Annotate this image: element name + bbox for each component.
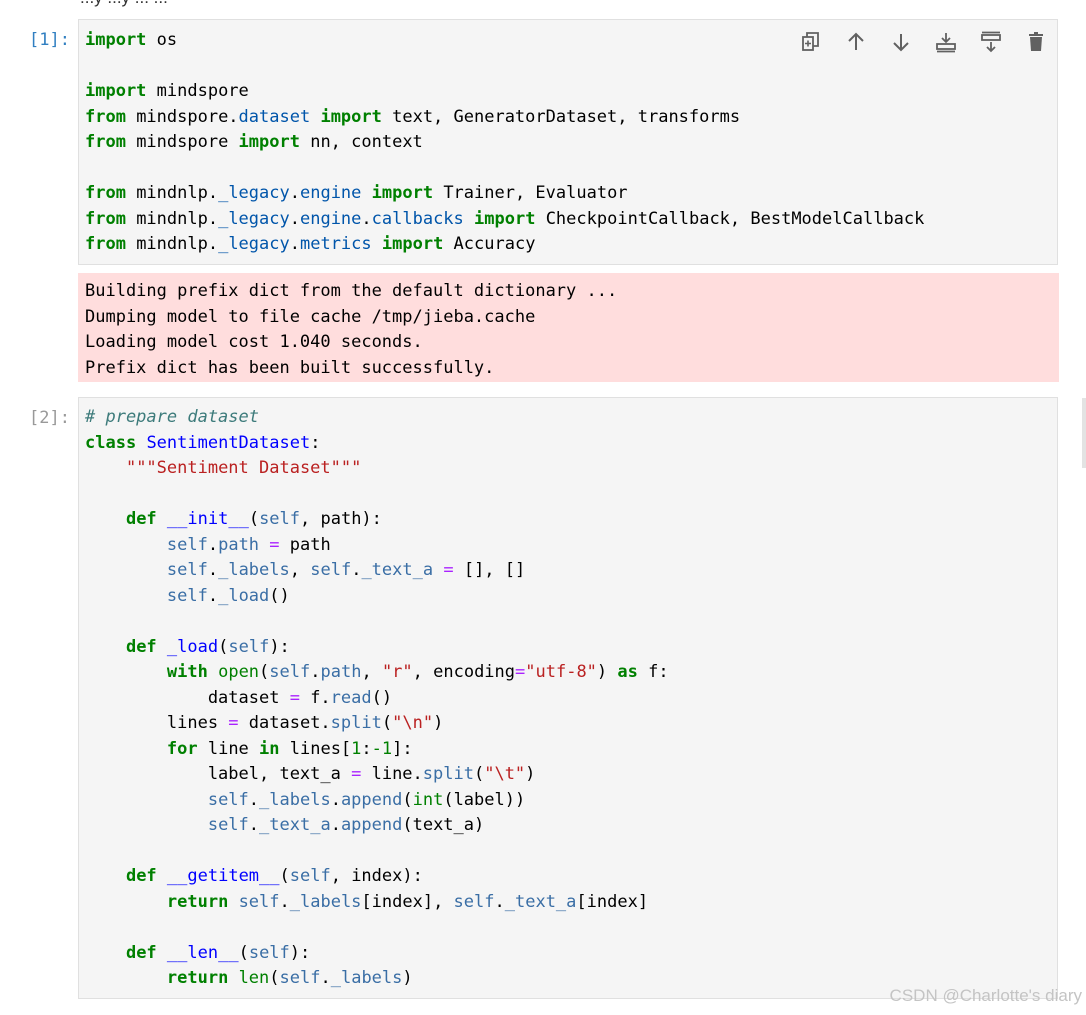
code-line[interactable] <box>85 484 95 504</box>
cell-1-prompt: [1]: <box>29 30 70 50</box>
duplicate-cell-icon <box>802 32 819 51</box>
code-line[interactable]: self._labels, self._text_a = [], [] <box>85 560 525 580</box>
insert-above-icon <box>936 33 956 53</box>
code-line[interactable]: import mindspore <box>85 81 249 101</box>
code-line[interactable]: with open(self.path, "r", encoding="utf-… <box>85 662 669 682</box>
delete-cell-button[interactable] <box>1020 27 1052 57</box>
scrollbar-track[interactable] <box>1082 398 1086 468</box>
code-line[interactable]: from mindnlp._legacy.engine.callbacks im… <box>85 209 924 229</box>
insert-below-icon <box>981 31 1001 53</box>
code-line[interactable]: from mindnlp._legacy.metrics import Accu… <box>85 234 535 254</box>
code-line[interactable] <box>85 841 95 861</box>
code-line[interactable]: self._load() <box>85 586 290 606</box>
stderr-line: Loading model cost 1.040 seconds. <box>85 332 423 352</box>
code-line[interactable]: def __init__(self, path): <box>85 509 382 529</box>
code-line[interactable]: """Sentiment Dataset""" <box>85 458 361 478</box>
stderr-line: Building prefix dict from the default di… <box>85 281 618 301</box>
code-line[interactable] <box>85 611 95 631</box>
code-line[interactable]: def _load(self): <box>85 637 290 657</box>
code-line[interactable]: label, text_a = line.split("\t") <box>85 764 536 784</box>
cell-1-stderr-text: Building prefix dict from the default di… <box>85 279 617 381</box>
duplicate-cell-button[interactable] <box>795 27 827 57</box>
code-line[interactable]: from mindspore.dataset import text, Gene… <box>85 107 740 127</box>
insert-above-button[interactable] <box>930 27 962 57</box>
code-line[interactable]: self.path = path <box>85 535 331 555</box>
cell-2-code[interactable]: # prepare dataset class SentimentDataset… <box>85 405 669 992</box>
watermark: CSDN @Charlotte's diary <box>889 986 1082 1005</box>
code-line[interactable]: for line in lines[1:-1]: <box>85 739 413 759</box>
delete-cell-icon <box>1029 32 1043 51</box>
code-line[interactable] <box>85 56 95 76</box>
cell-toolbar <box>795 27 1052 57</box>
code-line[interactable]: self._labels.append(int(label)) <box>85 790 525 810</box>
stderr-line: Prefix dict has been built successfully. <box>85 357 495 378</box>
code-line[interactable]: self._text_a.append(text_a) <box>85 815 484 835</box>
code-line[interactable]: import os <box>85 30 177 50</box>
move-down-button[interactable] <box>885 27 917 57</box>
move-up-button[interactable] <box>840 27 872 57</box>
code-line[interactable]: from mindnlp._legacy.engine import Train… <box>85 183 628 203</box>
cell-1-code[interactable]: import os import mindspore from mindspor… <box>85 28 924 258</box>
move-up-icon <box>848 32 864 50</box>
code-line[interactable]: class SentimentDataset: <box>85 433 320 453</box>
code-line[interactable]: lines = dataset.split("\n") <box>85 713 443 733</box>
code-line[interactable]: # prepare dataset <box>85 407 259 427</box>
insert-below-button[interactable] <box>975 27 1007 57</box>
code-line[interactable] <box>85 158 95 178</box>
code-line[interactable]: dataset = f.read() <box>85 688 392 708</box>
stderr-line: Dumping model to file cache /tmp/jieba.c… <box>85 306 536 327</box>
code-line[interactable]: from mindspore import nn, context <box>85 132 423 152</box>
cell-2-prompt: [2]: <box>29 408 70 428</box>
code-line[interactable]: return len(self._labels) <box>85 968 413 988</box>
code-line[interactable]: return self._labels[index], self._text_a… <box>85 892 648 912</box>
move-down-icon <box>893 34 909 52</box>
code-line[interactable] <box>85 917 95 937</box>
code-line[interactable]: def __getitem__(self, index): <box>85 866 423 886</box>
code-line[interactable]: def __len__(self): <box>85 943 310 963</box>
partial-text-above: ...y ...y ... ... <box>80 0 168 8</box>
